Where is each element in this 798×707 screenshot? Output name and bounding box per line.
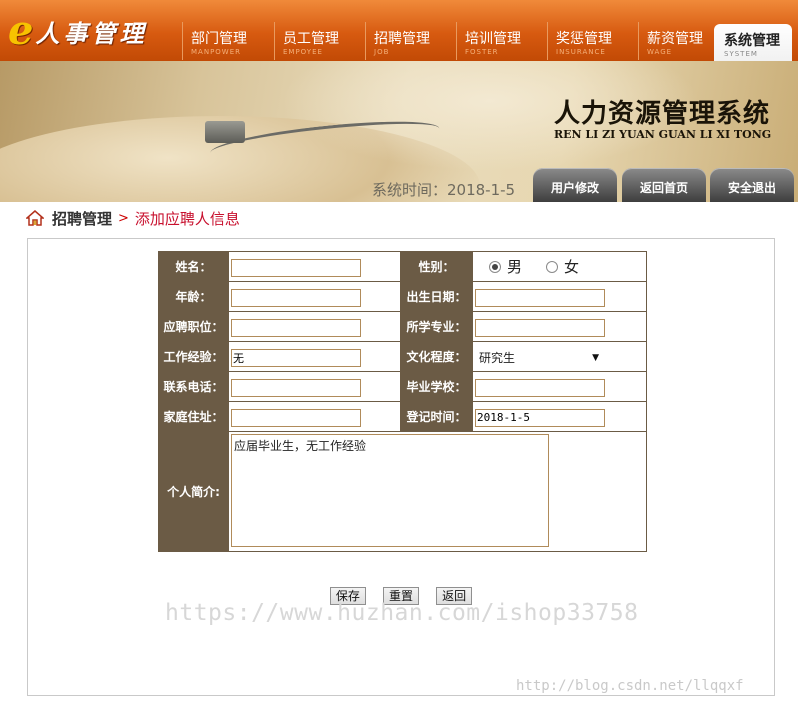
experience-label: 工作经验： bbox=[158, 341, 229, 372]
name-label: 姓名： bbox=[158, 251, 229, 282]
name-input[interactable] bbox=[231, 258, 361, 277]
registration-time-label: 登记时间： bbox=[400, 401, 473, 432]
nav-tab-department[interactable]: 部门管理 MANPOWER bbox=[182, 22, 274, 60]
registration-time-input[interactable] bbox=[475, 408, 605, 427]
nav-tab-label: 薪资管理 bbox=[647, 31, 703, 47]
age-input[interactable] bbox=[231, 288, 361, 307]
breadcrumb-separator: > bbox=[118, 210, 129, 226]
home-icon bbox=[26, 210, 44, 226]
logo-letter: e bbox=[8, 7, 34, 54]
gender-label: 性别： bbox=[400, 251, 473, 282]
system-time: 系统时间：2018-1-5 bbox=[372, 181, 516, 199]
gender-male-label: 男 bbox=[507, 258, 523, 276]
nav-tab-sublabel: FOSTER bbox=[465, 48, 499, 56]
breadcrumb-current: 添加应聘人信息 bbox=[134, 209, 240, 228]
nav-tab-label: 部门管理 bbox=[191, 31, 247, 47]
logo: e 人事管理 bbox=[8, 8, 147, 54]
system-title: 人力资源管理系统 bbox=[554, 99, 771, 129]
intro-textarea[interactable]: 应届毕业生，无工作经验 bbox=[231, 434, 549, 547]
edit-user-button[interactable]: 用户修改 bbox=[533, 168, 617, 202]
position-label: 应聘职位： bbox=[158, 311, 229, 342]
form-panel: 姓名： 性别： 男 女 年龄： 出生日期： 应聘职位： 所学专业： 工作经验： 文… bbox=[27, 238, 775, 696]
nav-tab-employee[interactable]: 员工管理 EMPOYEE bbox=[274, 22, 365, 60]
nav-tab-label: 奖惩管理 bbox=[556, 31, 612, 47]
education-select[interactable]: 研究生 ▼ bbox=[479, 349, 599, 366]
nav-tab-sublabel: INSURANCE bbox=[556, 48, 606, 56]
education-select-value: 研究生 bbox=[479, 351, 516, 365]
birth-date-input[interactable] bbox=[475, 288, 605, 307]
applicant-form: 姓名： 性别： 男 女 年龄： 出生日期： 应聘职位： 所学专业： 工作经验： 文… bbox=[158, 251, 647, 552]
school-input[interactable] bbox=[475, 378, 605, 397]
nav-tab-system[interactable]: 系统管理 SYSTEM bbox=[714, 24, 792, 61]
address-input[interactable] bbox=[231, 408, 361, 427]
nav-tab-recruitment[interactable]: 招聘管理 JOB bbox=[365, 22, 456, 60]
system-title-pinyin: REN LI ZI YUAN GUAN LI XI TONG bbox=[554, 128, 772, 141]
blog-watermark-text: http://blog.csdn.net/llqqxf bbox=[516, 678, 744, 694]
nav-tab-rewards[interactable]: 奖惩管理 INSURANCE bbox=[547, 22, 638, 60]
nav-tab-sublabel: MANPOWER bbox=[191, 48, 242, 56]
birth-date-label: 出生日期： bbox=[400, 281, 473, 312]
banner-plug-graphic bbox=[205, 121, 245, 143]
logo-text: 人事管理 bbox=[35, 18, 148, 48]
education-label: 文化程度： bbox=[400, 341, 473, 372]
experience-input[interactable] bbox=[231, 348, 361, 367]
nav-tab-sublabel: WAGE bbox=[647, 48, 673, 56]
intro-label: 个人简介: bbox=[158, 431, 229, 552]
breadcrumb: 招聘管理 > 添加应聘人信息 bbox=[26, 208, 240, 228]
back-home-button[interactable]: 返回首页 bbox=[622, 168, 706, 202]
top-nav-bar: e 人事管理 部门管理 MANPOWER 员工管理 EMPOYEE 招聘管理 J… bbox=[0, 0, 798, 61]
dropdown-arrow-icon: ▼ bbox=[592, 352, 599, 363]
nav-tab-salary[interactable]: 薪资管理 WAGE bbox=[638, 22, 712, 60]
major-input[interactable] bbox=[475, 318, 605, 337]
major-label: 所学专业： bbox=[400, 311, 473, 342]
breadcrumb-section[interactable]: 招聘管理 bbox=[52, 208, 112, 229]
nav-tab-sublabel: EMPOYEE bbox=[283, 48, 323, 56]
school-label: 毕业学校： bbox=[400, 371, 473, 402]
address-label: 家庭住址： bbox=[158, 401, 229, 432]
gender-female-label: 女 bbox=[564, 258, 580, 276]
nav-tab-label: 员工管理 bbox=[283, 31, 339, 47]
nav-tab-label: 系统管理 bbox=[724, 33, 780, 49]
nav-tab-sublabel: JOB bbox=[374, 48, 390, 56]
nav-tab-training[interactable]: 培训管理 FOSTER bbox=[456, 22, 547, 60]
gender-male-radio[interactable] bbox=[489, 260, 501, 273]
nav-tab-label: 招聘管理 bbox=[374, 31, 430, 47]
nav-tab-sublabel: SYSTEM bbox=[724, 50, 758, 58]
header-banner: 人力资源管理系统 REN LI ZI YUAN GUAN LI XI TONG … bbox=[0, 61, 798, 202]
age-label: 年龄： bbox=[158, 281, 229, 312]
position-input[interactable] bbox=[231, 318, 361, 337]
watermark-text: https://www.huzhan.com/ishop33758 bbox=[165, 600, 639, 626]
nav-tab-label: 培训管理 bbox=[465, 31, 521, 47]
phone-label: 联系电话： bbox=[158, 371, 229, 402]
phone-input[interactable] bbox=[231, 378, 361, 397]
logout-button[interactable]: 安全退出 bbox=[710, 168, 794, 202]
gender-female-radio[interactable] bbox=[546, 260, 559, 273]
